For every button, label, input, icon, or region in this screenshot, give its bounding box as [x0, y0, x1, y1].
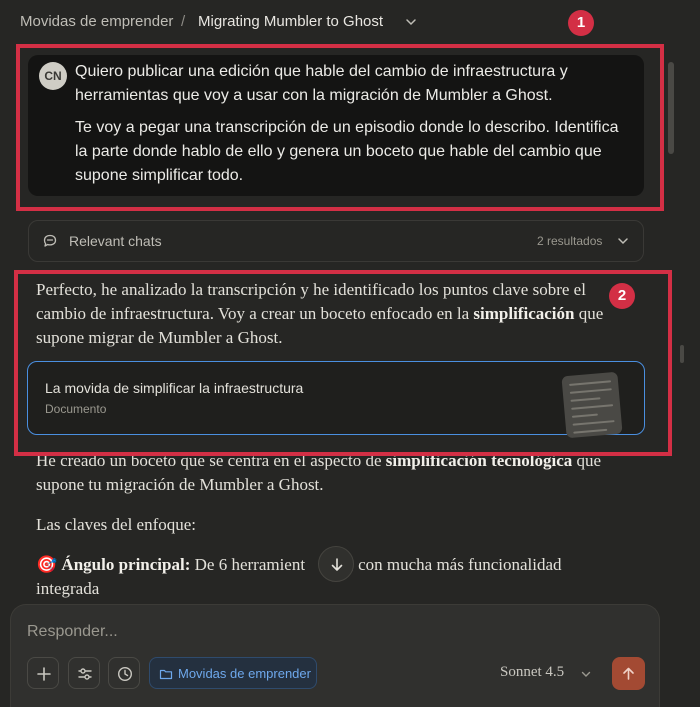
assistant-paragraph: Las claves del enfoque: [36, 515, 197, 534]
sliders-icon [78, 668, 92, 680]
reply-input[interactable] [27, 620, 587, 644]
history-button[interactable] [108, 657, 140, 689]
scroll-to-bottom-button[interactable] [318, 546, 354, 582]
model-selector[interactable]: Sonnet 4.5 [500, 664, 564, 681]
annotation-box-2 [14, 270, 672, 456]
resize-handle[interactable] [680, 345, 684, 363]
arrow-up-icon [623, 667, 634, 680]
relevant-chats-count: 2 resultados [537, 234, 603, 248]
chevron-down-icon[interactable] [404, 15, 418, 29]
project-chip[interactable]: Movidas de emprender [149, 657, 317, 689]
clock-icon [117, 666, 133, 682]
annotation-box-1 [16, 44, 664, 211]
arrow-down-icon [331, 558, 343, 571]
scrollbar-thumb[interactable] [668, 62, 674, 154]
breadcrumb-project[interactable]: Movidas de emprender [20, 13, 173, 30]
tools-settings-button[interactable] [68, 657, 100, 689]
send-button[interactable] [612, 657, 645, 690]
annotation-badge-2: 2 [609, 283, 635, 309]
assistant-paragraph: He creado un boceto que se centra en el … [36, 451, 602, 494]
breadcrumb-separator: / [181, 13, 186, 30]
annotation-badge-1: 1 [568, 10, 594, 36]
folder-icon [159, 669, 173, 680]
top-bar: Movidas de emprender / Migrating Mumbler… [0, 0, 700, 44]
chevron-down-icon[interactable] [616, 234, 630, 248]
chevron-down-icon[interactable] [580, 668, 592, 680]
target-icon: 🎯 [36, 555, 58, 574]
add-attachment-button[interactable] [27, 657, 59, 689]
project-chip-label: Movidas de emprender [178, 666, 311, 681]
plus-icon [37, 667, 51, 681]
relevant-chats-label[interactable]: Relevant chats [69, 233, 162, 249]
chat-bubble-icon [43, 234, 57, 247]
chat-title[interactable]: Migrating Mumbler to Ghost [198, 13, 383, 30]
